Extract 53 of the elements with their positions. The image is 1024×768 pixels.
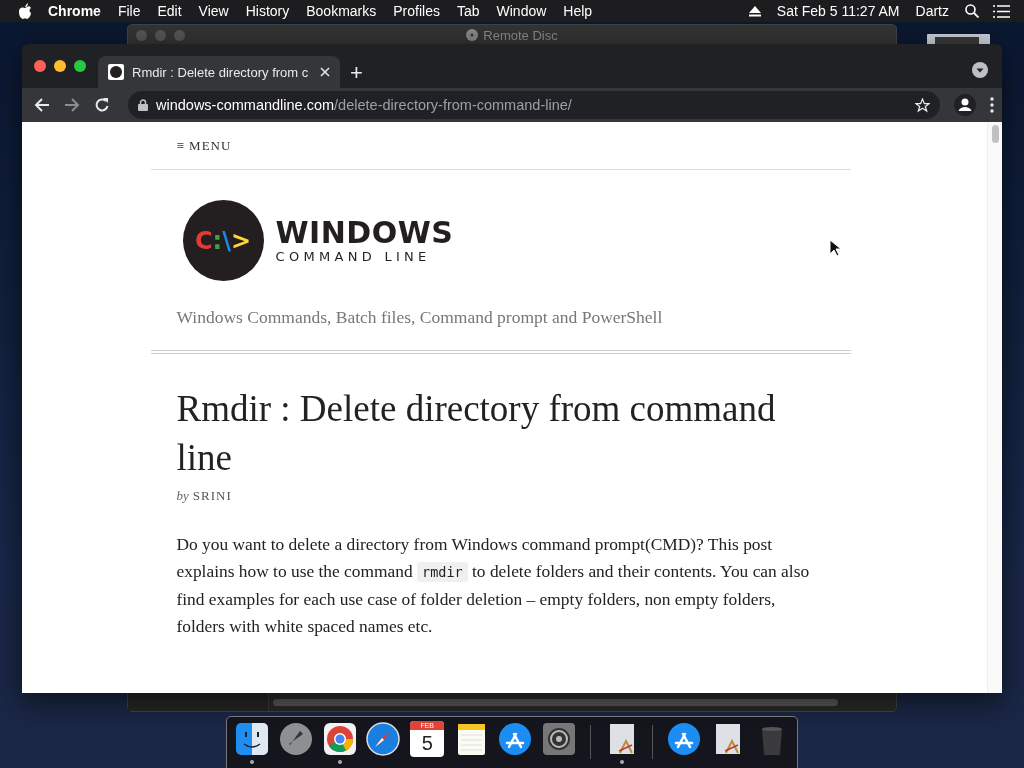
logo-mark[interactable]: C:\> [182,200,264,281]
menu-item[interactable]: History [245,3,290,19]
user-name[interactable]: Dartz [915,3,949,19]
lock-icon [138,99,148,111]
browser-tab[interactable]: Rmdir : Delete directory from c [98,56,340,88]
star-icon[interactable] [915,97,930,113]
menu-item[interactable]: Tab [456,3,480,19]
menu-item[interactable]: Profiles [393,3,440,19]
apple-icon[interactable] [18,3,32,19]
menu-item[interactable]: File [117,3,141,19]
disc-icon [466,29,479,41]
intro-paragraph: Do you want to delete a directory from Windows command prompt(CMD)? This post explains how to use the command rmdir to delete folders and their contents. You can also find examples for each use case of folder deletion – empty folders, non empty folders, folders with white spaced names etc. [176,533,811,638]
scrollbar[interactable] [273,698,838,706]
menu-link[interactable]: ≡ MENU [176,137,232,154]
calendar-day: 5 [410,730,445,756]
menu-item[interactable]: Edit [157,3,182,19]
close-button[interactable] [34,60,46,72]
menu-item[interactable]: Bookmarks [306,3,377,19]
back-icon[interactable] [34,97,50,113]
forward-icon[interactable] [64,97,80,113]
cursor-icon [829,239,841,257]
menu-item[interactable]: Window [496,3,547,19]
zoom-button[interactable] [74,60,86,72]
reload-icon[interactable] [94,97,110,113]
eject-icon[interactable] [748,5,761,17]
list-icon[interactable] [993,4,1010,18]
chrome-icon[interactable] [321,721,358,757]
address-bar[interactable]: windows-commandline.com/delete-directory-from-command-line/ [128,91,940,119]
logo-title[interactable]: WINDOWS [275,217,454,249]
menu-item[interactable]: Help [563,3,593,19]
scrollbar[interactable] [987,122,1002,693]
favicon-icon [108,64,124,80]
search-icon[interactable] [965,4,979,18]
close-icon[interactable] [320,67,330,77]
finder-face-icon[interactable] [233,721,270,757]
profile-icon[interactable] [954,94,976,116]
more-icon[interactable] [990,97,994,113]
app-store-icon[interactable] [496,721,533,757]
tab-search-icon[interactable] [972,62,988,78]
minimize-button[interactable] [54,60,66,72]
logo-subtitle[interactable]: COMMAND LINE [275,249,454,264]
window-title: Remote Disc [483,27,558,43]
article-title: Rmdir : Delete directory from command line [176,387,777,480]
scrollbar-thumb[interactable] [991,125,999,143]
clock[interactable]: Sat Feb 5 11:27 AM [776,3,900,19]
author-link[interactable]: SRINI [192,488,232,504]
menu-item[interactable]: View [198,3,229,19]
compass-icon[interactable] [365,721,402,757]
site-tagline: Windows Commands, Batch files, Command prompt and PowerShell [176,307,664,328]
byline-prefix: by [176,488,189,504]
new-tab-button[interactable]: + [350,62,363,84]
app-store-icon[interactable] [666,721,703,757]
app-menu[interactable]: Chrome [48,3,101,19]
